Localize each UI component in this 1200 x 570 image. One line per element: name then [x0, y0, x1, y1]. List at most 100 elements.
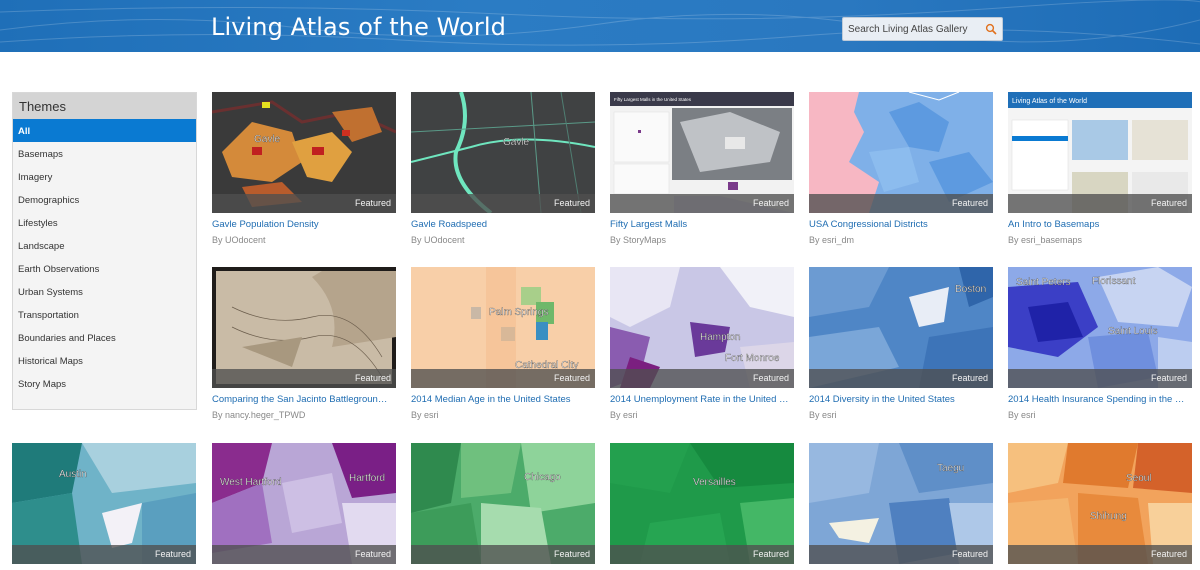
gallery-card[interactable]: Featured Comparing the San Jacinto Battl…	[212, 267, 396, 420]
map-thumbnail[interactable]: Boston Featured	[809, 267, 993, 388]
featured-badge: Featured	[1008, 545, 1192, 564]
map-thumbnail[interactable]: Gavle Featured	[411, 92, 595, 213]
svg-text:Hartford: Hartford	[349, 473, 385, 484]
svg-text:Versailles: Versailles	[693, 477, 736, 488]
search-icon[interactable]	[985, 23, 997, 35]
map-thumbnail[interactable]: Featured	[212, 267, 396, 388]
theme-all[interactable]: All	[13, 119, 196, 142]
svg-text:Chicago: Chicago	[524, 472, 561, 483]
card-owner: By UOdocent	[212, 235, 266, 245]
card-owner: By UOdocent	[411, 235, 465, 245]
themes-heading: Themes	[13, 93, 196, 119]
featured-badge: Featured	[1008, 369, 1192, 388]
map-thumbnail[interactable]: Featured	[809, 92, 993, 213]
card-owner: By StoryMaps	[610, 235, 667, 245]
map-thumbnail[interactable]: Seoul Shihung Featured	[1008, 443, 1192, 564]
map-thumbnail[interactable]: Saint Louis Saint Peters Florissant Feat…	[1008, 267, 1192, 388]
gallery-card[interactable]: Seoul Shihung Featured	[1008, 443, 1192, 564]
card-owner: By esri	[411, 410, 439, 420]
gallery-card[interactable]: Boston Featured 2014 Diversity in the Un…	[809, 267, 993, 420]
map-thumbnail[interactable]: Austin Featured	[12, 443, 196, 564]
card-title[interactable]: Gavle Population Density	[212, 219, 392, 230]
svg-text:Living Atlas of the World: Living Atlas of the World	[1012, 98, 1087, 105]
gallery-card[interactable]: Fifty Largest Malls in the United States…	[610, 92, 794, 245]
theme-earth-observations[interactable]: Earth Observations	[13, 257, 196, 280]
card-owner: By esri	[1008, 410, 1036, 420]
featured-badge: Featured	[12, 545, 196, 564]
theme-story-maps[interactable]: Story Maps	[13, 372, 196, 395]
gallery-card[interactable]: Gavle Featured Gavle Roadspeed By UOdoce…	[411, 92, 595, 245]
page-title: Living Atlas of the World	[211, 13, 506, 41]
svg-text:Austin: Austin	[59, 469, 87, 480]
map-thumbnail[interactable]: Gavle Featured	[212, 92, 396, 213]
gallery-card[interactable]: Living Atlas of the World Featured An In…	[1008, 92, 1192, 245]
card-title[interactable]: 2014 Diversity in the United States	[809, 394, 989, 405]
svg-text:Gavle: Gavle	[503, 137, 530, 148]
gallery-card[interactable]: Saint Louis Saint Peters Florissant Feat…	[1008, 267, 1192, 420]
featured-badge: Featured	[212, 545, 396, 564]
card-owner: By esri_dm	[809, 235, 855, 245]
card-title[interactable]: USA Congressional Districts	[809, 219, 989, 230]
themes-sidebar: Themes All Basemaps Imagery Demographics…	[12, 92, 197, 410]
card-owner: By esri	[610, 410, 638, 420]
gallery-card[interactable]: Gavle Featured Gavle Population Density …	[212, 92, 396, 245]
svg-text:Saint Louis: Saint Louis	[1108, 326, 1157, 337]
card-title[interactable]: Gavle Roadspeed	[411, 219, 591, 230]
card-title[interactable]: 2014 Health Insurance Spending in the Un…	[1008, 394, 1188, 405]
svg-text:West Hartford: West Hartford	[220, 477, 282, 488]
card-owner: By esri	[809, 410, 837, 420]
theme-boundaries-and-places[interactable]: Boundaries and Places	[13, 326, 196, 349]
theme-landscape[interactable]: Landscape	[13, 234, 196, 257]
gallery-card[interactable]: Versailles Featured	[610, 443, 794, 564]
gallery-card[interactable]: Palm Springs Cathedral City Featured 201…	[411, 267, 595, 420]
search-input[interactable]	[843, 18, 983, 40]
featured-badge: Featured	[411, 194, 595, 213]
featured-badge: Featured	[610, 369, 794, 388]
map-thumbnail[interactable]: Taegu Featured	[809, 443, 993, 564]
theme-urban-systems[interactable]: Urban Systems	[13, 280, 196, 303]
map-thumbnail[interactable]: Hampton Fort Monroe Featured	[610, 267, 794, 388]
search-box[interactable]	[842, 17, 1003, 41]
gallery-card[interactable]: Austin Featured	[12, 443, 196, 564]
card-title[interactable]: Fifty Largest Malls	[610, 219, 790, 230]
featured-badge: Featured	[809, 194, 993, 213]
map-thumbnail[interactable]: Fifty Largest Malls in the United States…	[610, 92, 794, 213]
card-title[interactable]: 2014 Unemployment Rate in the United Sta…	[610, 394, 790, 405]
featured-badge: Featured	[411, 545, 595, 564]
featured-badge: Featured	[212, 369, 396, 388]
svg-text:Taegu: Taegu	[937, 463, 964, 474]
svg-text:Saint Peters: Saint Peters	[1016, 277, 1070, 288]
map-thumbnail[interactable]: Chicago Featured	[411, 443, 595, 564]
featured-badge: Featured	[411, 369, 595, 388]
theme-historical-maps[interactable]: Historical Maps	[13, 349, 196, 372]
card-title[interactable]: Comparing the San Jacinto Battleground a…	[212, 394, 392, 405]
gallery-card[interactable]: Taegu Featured	[809, 443, 993, 564]
header-banner: Living Atlas of the World	[0, 0, 1200, 52]
gallery-card[interactable]: Hampton Fort Monroe Featured 2014 Unempl…	[610, 267, 794, 420]
svg-text:Gavle: Gavle	[254, 134, 281, 145]
featured-badge: Featured	[212, 194, 396, 213]
gallery-card[interactable]: Chicago Featured	[411, 443, 595, 564]
featured-badge: Featured	[1008, 194, 1192, 213]
svg-text:Palm Springs: Palm Springs	[489, 307, 548, 318]
banner-texture	[0, 0, 1200, 46]
theme-lifestyles[interactable]: Lifestyles	[13, 211, 196, 234]
map-thumbnail[interactable]: Versailles Featured	[610, 443, 794, 564]
card-title[interactable]: An Intro to Basemaps	[1008, 219, 1188, 230]
map-thumbnail[interactable]: Palm Springs Cathedral City Featured	[411, 267, 595, 388]
theme-demographics[interactable]: Demographics	[13, 188, 196, 211]
gallery-card[interactable]: Featured USA Congressional Districts By …	[809, 92, 993, 245]
map-thumbnail[interactable]: West Hartford Hartford Featured	[212, 443, 396, 564]
svg-text:Shihung: Shihung	[1090, 511, 1127, 522]
theme-transportation[interactable]: Transportation	[13, 303, 196, 326]
svg-text:Fort Monroe: Fort Monroe	[725, 353, 780, 364]
gallery-card[interactable]: West Hartford Hartford Featured	[212, 443, 396, 564]
svg-text:Fifty Largest Malls in the Uni: Fifty Largest Malls in the United States	[614, 97, 692, 102]
theme-imagery[interactable]: Imagery	[13, 165, 196, 188]
map-thumbnail[interactable]: Living Atlas of the World Featured	[1008, 92, 1192, 213]
svg-text:Hampton: Hampton	[700, 332, 741, 343]
card-title[interactable]: 2014 Median Age in the United States	[411, 394, 591, 405]
featured-badge: Featured	[809, 545, 993, 564]
svg-text:Boston: Boston	[955, 284, 986, 295]
theme-basemaps[interactable]: Basemaps	[13, 142, 196, 165]
